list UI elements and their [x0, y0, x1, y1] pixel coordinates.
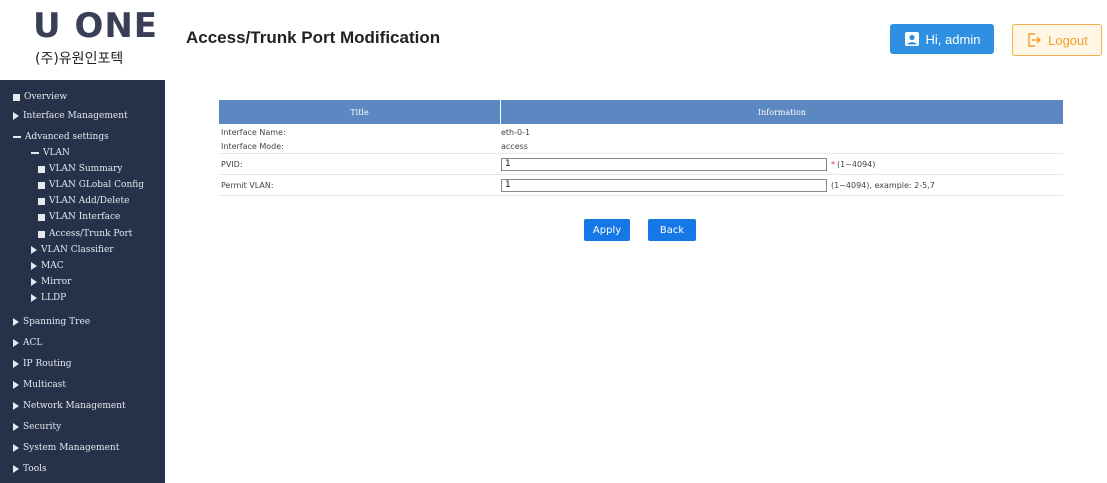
user-icon	[904, 32, 919, 46]
sidebar-item-label: MAC	[41, 261, 64, 271]
interface-name-label: Interface Name:	[221, 128, 286, 137]
triangle-right-icon	[13, 465, 19, 473]
sidebar-item-label: LLDP	[41, 293, 67, 303]
pvid-input[interactable]	[501, 157, 827, 171]
table-row: PVID: *(1~4094)	[219, 153, 1063, 174]
sidebar-item-label: IP Routing	[23, 359, 72, 369]
sidebar-item-label: System Management	[23, 443, 120, 453]
sidebar-item-label: VLAN Summary	[49, 164, 123, 174]
sidebar-item-vlan-classifier[interactable]: VLAN Classifier	[31, 245, 114, 255]
column-header-title: Title	[219, 100, 501, 124]
pvid-label: PVID:	[221, 159, 243, 169]
triangle-right-icon	[13, 444, 19, 452]
logout-label: Logout	[1048, 32, 1088, 48]
sidebar-item-network-management[interactable]: Network Management	[13, 401, 126, 411]
sidebar-item-label: Spanning Tree	[23, 317, 91, 327]
square-bullet-icon	[38, 197, 45, 205]
sidebar-item-interface-management[interactable]: Interface Management	[13, 111, 128, 121]
sidebar-item-label: Access/Trunk Port	[49, 229, 133, 239]
pvid-hint: * (1~4094)	[831, 160, 875, 169]
table-row: Permit VLAN: (1~4094), example: 2-5,7	[219, 174, 1063, 196]
column-header-information: Information	[757, 107, 806, 117]
user-label: Hi, admin	[925, 31, 981, 47]
triangle-right-icon	[13, 112, 19, 120]
sidebar-item-system-management[interactable]: System Management	[13, 443, 119, 453]
sidebar-item-mirror[interactable]: Mirror	[31, 277, 71, 287]
sidebar-item-ip-routing[interactable]: IP Routing	[13, 359, 72, 369]
sidebar-nav: Overview Interface Management Advanced s…	[0, 80, 165, 483]
sidebar-item-label: VLAN Add/Delete	[49, 196, 130, 206]
triangle-right-icon	[13, 381, 19, 389]
sidebar-item-vlan[interactable]: VLAN	[31, 148, 70, 158]
square-bullet-icon	[38, 230, 45, 238]
logo-subtitle: (주)유원인포텍	[35, 51, 124, 67]
sidebar-item-vlan-add-delete[interactable]: VLAN Add/Delete	[38, 196, 129, 206]
square-bullet-icon	[38, 165, 45, 173]
sidebar-item-label: Interface Management	[23, 111, 128, 121]
table-row: Interface Name: eth-0-1	[219, 126, 1063, 139]
port-config-table: Title Information Interface Name: eth-0-…	[219, 100, 1063, 196]
interface-name-value: eth-0-1	[501, 128, 531, 137]
logout-button[interactable]: Logout	[1012, 24, 1102, 56]
sidebar-item-mac[interactable]: MAC	[31, 261, 64, 271]
page-title: Access/Trunk Port Modification	[186, 28, 441, 47]
required-marker: *	[831, 159, 835, 169]
sidebar-item-label: VLAN Interface	[49, 212, 121, 222]
main-content: Title Information Interface Name: eth-0-…	[165, 80, 1107, 483]
triangle-right-icon	[13, 318, 19, 326]
sidebar-item-multicast[interactable]: Multicast	[13, 380, 66, 390]
form-actions: Apply Back	[584, 219, 696, 241]
sidebar-item-label: Multicast	[23, 380, 67, 390]
sidebar-item-vlan-interface[interactable]: VLAN Interface	[38, 212, 120, 222]
permit-vlan-label: Permit VLAN:	[221, 180, 274, 190]
back-button[interactable]: Back	[648, 219, 696, 241]
sidebar-item-label: Mirror	[41, 277, 72, 287]
triangle-right-icon	[31, 246, 37, 254]
table-header: Title Information	[219, 100, 1063, 124]
collapse-dash-icon	[13, 136, 21, 138]
sidebar-item-access-trunk-port[interactable]: Access/Trunk Port	[38, 229, 132, 239]
sidebar-item-advanced-settings[interactable]: Advanced settings	[13, 132, 109, 142]
sidebar-item-lldp[interactable]: LLDP	[31, 293, 66, 303]
collapse-dash-icon	[31, 152, 39, 154]
sidebar-item-overview[interactable]: Overview	[13, 92, 67, 102]
sidebar-item-label: Tools	[23, 464, 47, 474]
triangle-right-icon	[13, 423, 19, 431]
sidebar-item-tools[interactable]: Tools	[13, 464, 47, 474]
triangle-right-icon	[13, 402, 19, 410]
sidebar-item-acl[interactable]: ACL	[13, 338, 42, 348]
sidebar-item-spanning-tree[interactable]: Spanning Tree	[13, 317, 90, 327]
square-bullet-icon	[38, 181, 45, 189]
triangle-right-icon	[31, 294, 37, 302]
interface-mode-value: access	[501, 141, 528, 151]
sidebar-item-label: VLAN GLobal Config	[49, 180, 145, 190]
square-bullet-icon	[13, 93, 20, 101]
header: U ONE (주)유원인포텍 Access/Trunk Port Modific…	[0, 0, 1107, 80]
user-button[interactable]: Hi, admin	[890, 24, 994, 54]
table-row: Interface Mode: access	[219, 139, 1063, 153]
sidebar-item-label: ACL	[23, 338, 43, 348]
sidebar-item-label: Overview	[24, 92, 68, 102]
sidebar-item-label: VLAN	[43, 148, 70, 158]
sidebar-item-security[interactable]: Security	[13, 422, 61, 432]
sidebar-item-label: Advanced settings	[25, 132, 109, 142]
logout-icon	[1028, 33, 1042, 47]
sidebar-item-vlan-global-config[interactable]: VLAN GLobal Config	[38, 180, 144, 190]
triangle-right-icon	[31, 262, 37, 270]
sidebar-item-label: VLAN Classifier	[41, 245, 114, 255]
permit-vlan-input[interactable]	[501, 178, 827, 192]
logo: U ONE	[33, 6, 159, 46]
triangle-right-icon	[13, 339, 19, 347]
triangle-right-icon	[31, 278, 37, 286]
sidebar-item-vlan-summary[interactable]: VLAN Summary	[38, 164, 123, 174]
interface-mode-label: Interface Mode:	[221, 141, 284, 151]
apply-button[interactable]: Apply	[584, 219, 630, 241]
pvid-range-hint: (1~4094)	[837, 159, 876, 169]
square-bullet-icon	[38, 213, 45, 221]
sidebar-item-label: Network Management	[23, 401, 126, 411]
sidebar-item-label: Security	[23, 422, 62, 432]
triangle-right-icon	[13, 360, 19, 368]
permit-vlan-hint: (1~4094), example: 2-5,7	[831, 180, 935, 190]
